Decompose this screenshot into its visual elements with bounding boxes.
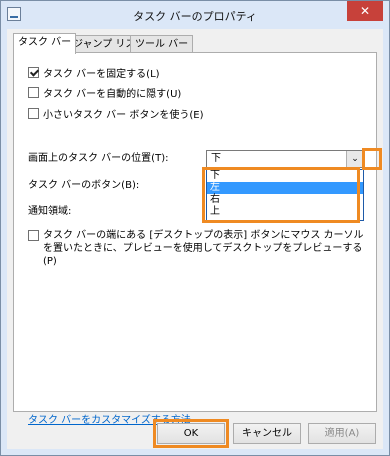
tab-taskbar[interactable]: タスク バー [13, 33, 77, 54]
peek-option[interactable]: タスク バーの端にある [デスクトップの表示] ボタンにマウス カーソルを置いた… [28, 229, 373, 268]
autohide-option[interactable]: タスク バーを自動的に隠す(U) [28, 85, 182, 100]
notification-area-label: 通知領域: [28, 206, 72, 217]
position-label: 画面上のタスク バーの位置(T): [28, 153, 169, 164]
taskbar-tab-panel: タスク バーを固定する(L) タスク バーを自動的に隠す(U) 小さいタスク バ… [13, 52, 382, 426]
dialog-client-area: タスク バー ジャンプ リスト ツール バー タスク バーを固定する(L) タス… [7, 29, 383, 449]
taskbar-properties-window: タスク バーのプロパティ ✕ タスク バー ジャンプ リスト ツール バー タス… [0, 0, 390, 456]
chevron-down-icon[interactable]: ⌄ [346, 151, 363, 167]
small-buttons-option[interactable]: 小さいタスク バー ボタンを使う(E) [28, 106, 204, 121]
position-selected-value: 下 [211, 153, 221, 164]
window-title: タスク バーのプロパティ [133, 10, 257, 23]
title-bar: タスク バーのプロパティ ✕ [1, 1, 389, 29]
small-buttons-checkbox[interactable] [28, 107, 39, 119]
cancel-button[interactable]: キャンセル [233, 423, 301, 444]
tab-toolbars[interactable]: ツール バー [130, 35, 194, 53]
small-buttons-label: 小さいタスク バー ボタンを使う(E) [43, 109, 204, 121]
lock-taskbar-label: タスク バーを固定する(L) [43, 68, 160, 80]
taskbar-buttons-label: タスク バーのボタン(B): [28, 180, 140, 191]
peek-label: タスク バーの端にある [デスクトップの表示] ボタンにマウス カーソルを置いた… [43, 230, 364, 267]
dropdown-arrow-highlight [362, 148, 382, 170]
dropdown-list-highlight [202, 167, 360, 223]
lock-taskbar-option[interactable]: タスク バーを固定する(L) [28, 65, 160, 80]
autohide-checkbox[interactable] [28, 86, 39, 98]
apply-button[interactable]: 適用(A) [308, 423, 376, 444]
lock-taskbar-checkbox[interactable] [28, 66, 39, 78]
ok-button-highlight [153, 419, 229, 448]
autohide-label: タスク バーを自動的に隠す(U) [43, 88, 182, 100]
peek-checkbox[interactable] [28, 230, 39, 241]
close-button[interactable]: ✕ [347, 1, 383, 21]
position-select[interactable]: 下 ⌄ [206, 150, 364, 168]
